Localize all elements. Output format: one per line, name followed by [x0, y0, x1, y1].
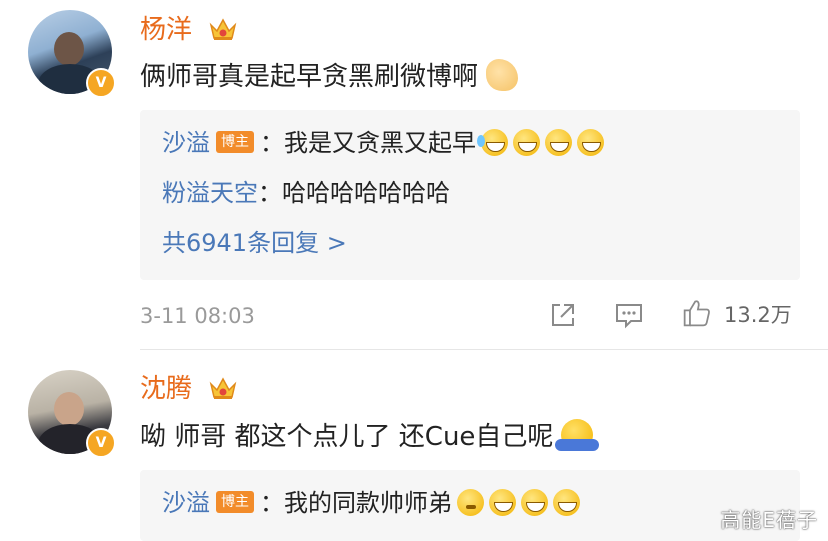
grin-emoji: [553, 488, 580, 516]
grin-emoji: [545, 128, 572, 156]
laugh-cry-emoji: [477, 128, 508, 156]
reply-username[interactable]: 沙溢: [162, 129, 210, 157]
grin-emoji: [513, 128, 540, 156]
comment-text: 呦 师哥 都这个点儿了 还Cue自己呢: [140, 418, 600, 454]
reply-text: 哈哈哈哈哈哈哈: [282, 179, 450, 207]
poster-badge: 博主: [216, 131, 254, 153]
reply-separator: ：: [260, 129, 284, 157]
thinking-emoji: [457, 488, 484, 516]
avatar-head: [54, 392, 84, 426]
reply-box[interactable]: 沙溢 博主 ：我是又贪黑又起早 粉溢天空：哈哈哈哈哈哈哈 共6941条回复 >: [140, 110, 800, 280]
ok-hand-emoji: [486, 58, 519, 91]
comment-item: V 沈腾 呦 师哥 都这个点儿了 还Cue自己呢 沙溢 博主 ：我的同款帅师弟: [0, 350, 828, 541]
grin-emoji: [489, 488, 516, 516]
crown-icon: [209, 17, 237, 40]
avatar-head: [54, 32, 84, 66]
comment-username[interactable]: 沈腾: [140, 373, 238, 405]
reply-item[interactable]: 沙溢 博主 ：我的同款帅师弟: [162, 486, 580, 520]
reply-username[interactable]: 沙溢: [162, 489, 210, 517]
reply-text: 我的同款帅师弟: [284, 489, 452, 517]
more-replies-link[interactable]: 共6941条回复 >: [162, 226, 347, 260]
shrug-emoji: [555, 418, 600, 451]
grin-emoji: [577, 128, 604, 156]
reply-item[interactable]: 粉溢天空：哈哈哈哈哈哈哈: [162, 176, 450, 210]
reply-separator: ：: [258, 179, 282, 207]
username-text[interactable]: 杨洋: [140, 15, 192, 45]
comment-text: 俩师哥真是起早贪黑刷微博啊: [140, 58, 519, 94]
poster-badge: 博主: [216, 491, 254, 513]
username-text[interactable]: 沈腾: [140, 374, 192, 404]
comment-text-content: 呦 师哥 都这个点儿了 还Cue自己呢: [140, 422, 554, 452]
reply-username[interactable]: 粉溢天空: [162, 179, 258, 207]
crown-icon: [209, 376, 237, 399]
reply-box[interactable]: 沙溢 博主 ：我的同款帅师弟: [140, 470, 800, 541]
like-icon[interactable]: [682, 298, 712, 328]
comment-actions: 13.2万: [0, 298, 828, 332]
reply-item[interactable]: 沙溢 博主 ：我是又贪黑又起早: [162, 126, 604, 160]
comment-username[interactable]: 杨洋: [140, 14, 238, 46]
comment-icon[interactable]: [614, 300, 644, 330]
verified-icon: V: [86, 428, 116, 458]
reply-text: 我是又贪黑又起早: [284, 129, 476, 157]
comment-item: V 杨洋 俩师哥真是起早贪黑刷微博啊 沙溢 博主 ：我是又贪黑又起早 粉溢天空：哈哈…: [0, 0, 828, 350]
share-icon[interactable]: [548, 300, 578, 330]
grin-emoji: [521, 488, 548, 516]
like-count: 13.2万: [724, 303, 792, 327]
watermark: 高能E蓓子: [720, 508, 818, 532]
verified-icon: V: [86, 68, 116, 98]
comment-text-content: 俩师哥真是起早贪黑刷微博啊: [140, 62, 479, 92]
reply-separator: ：: [260, 489, 284, 517]
